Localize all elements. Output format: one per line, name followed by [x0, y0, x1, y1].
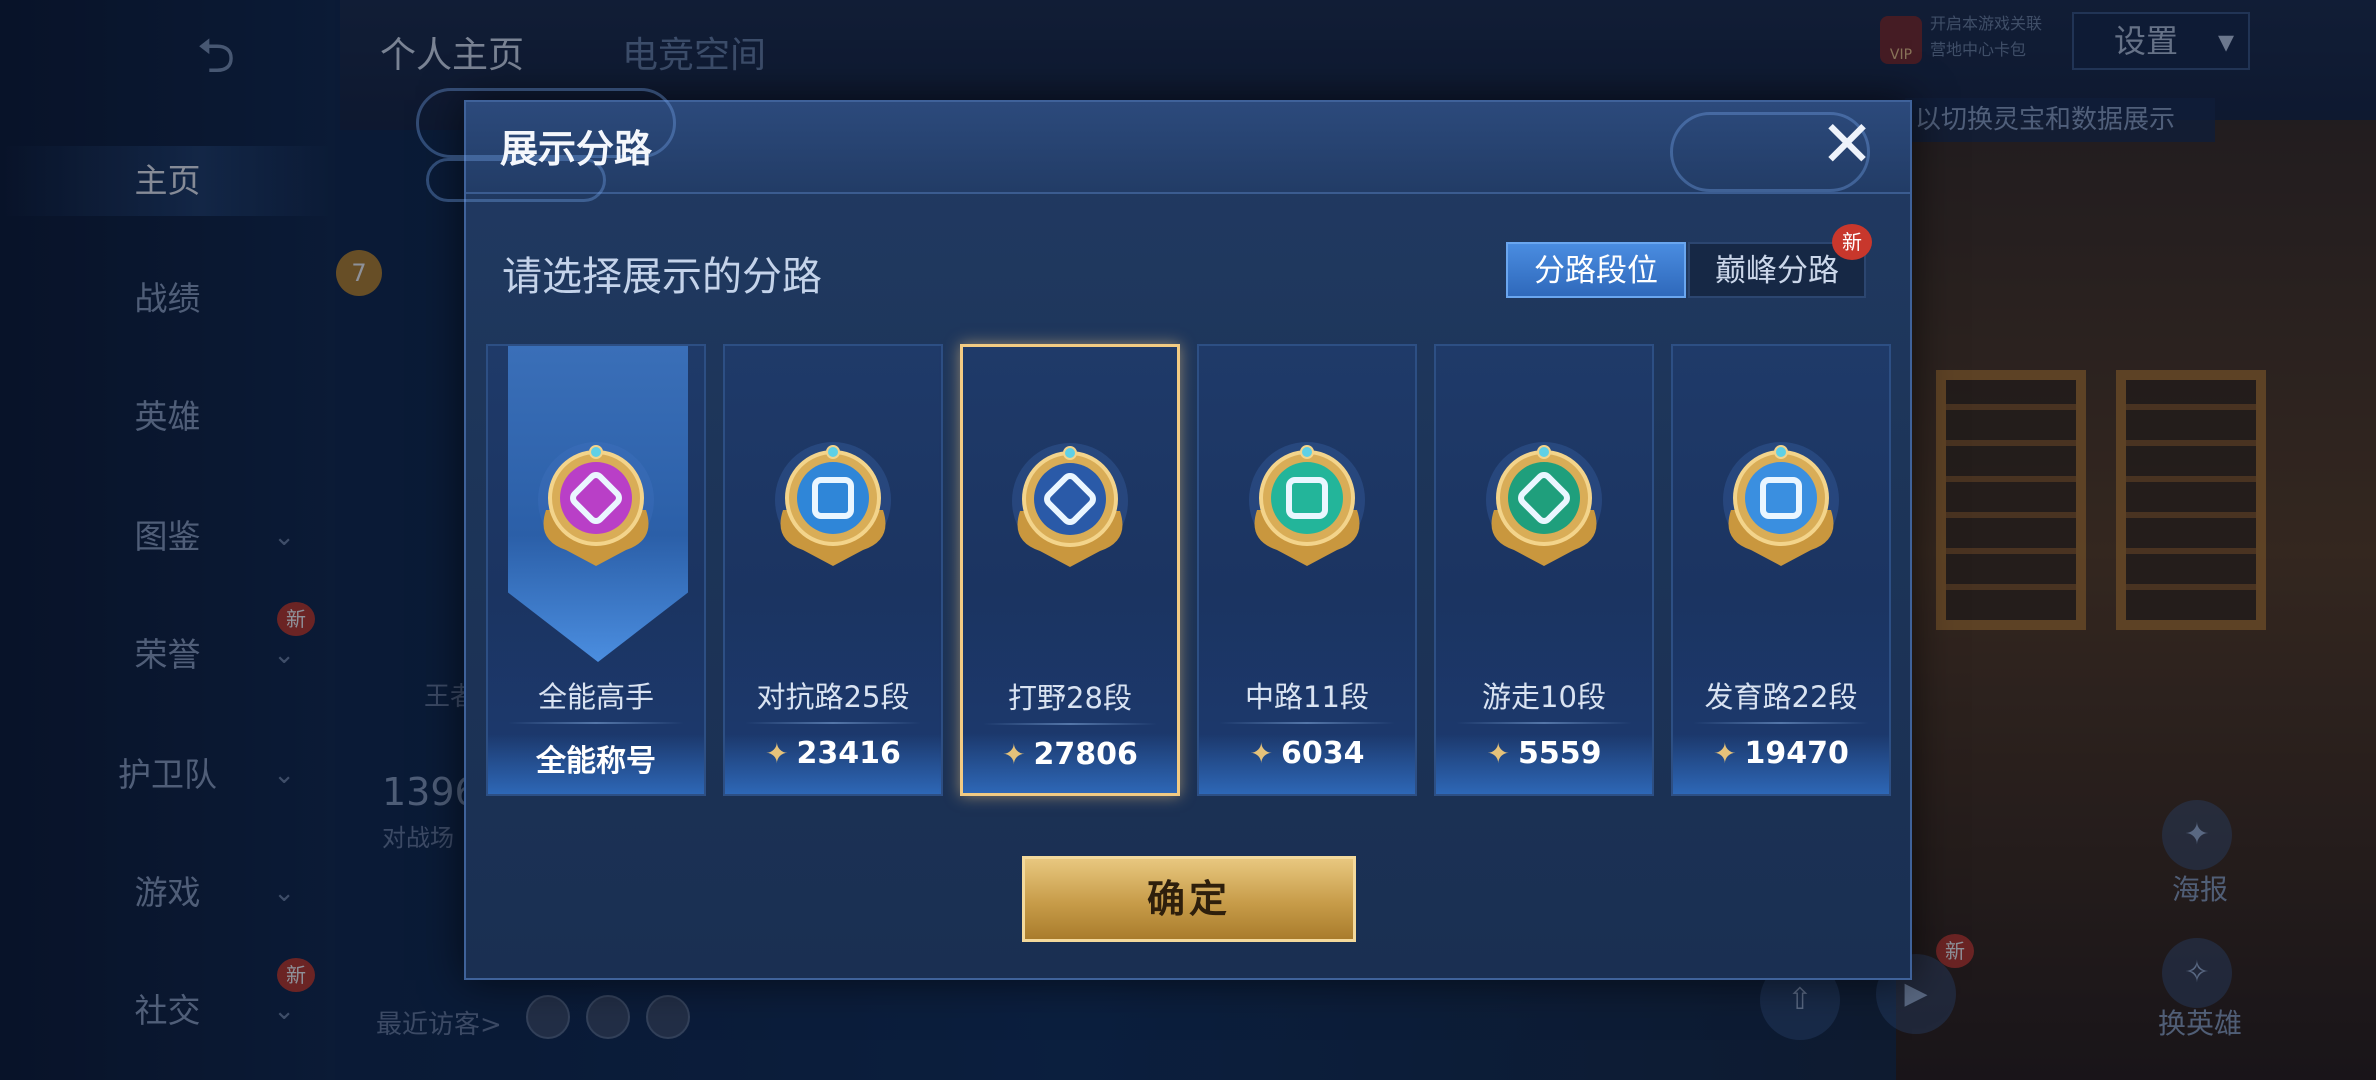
lane-value-text: 23416	[796, 736, 901, 771]
lane-emblem-icon	[1723, 442, 1839, 566]
tab-peak-lane[interactable]: 巅峰分路 新	[1688, 224, 1872, 298]
lane-name: 对抗路25段	[756, 680, 910, 714]
battle-points-icon: ✦	[1002, 738, 1026, 771]
battle-points-icon: ✦	[765, 737, 789, 770]
lane-card[interactable]: 中路11段 ✦ 6034	[1197, 344, 1417, 796]
lane-value: ✦ 19470	[1673, 736, 1889, 771]
battle-points-icon: ✦	[1713, 737, 1737, 770]
lane-card[interactable]: 对抗路25段 ✦ 23416	[723, 344, 943, 796]
lane-value: ✦ 27806	[963, 737, 1177, 772]
lane-value-text: 27806	[1033, 737, 1138, 772]
lane-value-text: 全能称号	[536, 744, 656, 779]
lane-name: 发育路22段	[1704, 680, 1858, 714]
lane-emblem-icon	[775, 442, 891, 566]
tab-peak-lane-label: 巅峰分路	[1715, 253, 1839, 289]
lane-emblem-icon	[1012, 443, 1128, 567]
divider	[983, 723, 1157, 725]
lane-card[interactable]: 发育路22段 ✦ 19470	[1671, 344, 1891, 796]
lane-value: ✦ 23416	[725, 736, 941, 771]
lane-value: ✦ 5559	[1436, 736, 1652, 771]
lane-emblem-icon	[1249, 442, 1365, 566]
lane-value-text: 5559	[1517, 736, 1602, 771]
lane-value-text: 6034	[1280, 736, 1365, 771]
dialog-header: 展示分路 ✕	[416, 88, 1910, 202]
divider	[1456, 722, 1632, 724]
tab-lane-rank[interactable]: 分路段位	[1506, 242, 1686, 298]
dialog-title: 展示分路	[500, 127, 653, 171]
confirm-button[interactable]: 确定	[1022, 856, 1356, 942]
select-prompt: 请选择展示的分路	[502, 254, 822, 300]
lane-card[interactable]: 打野28段 ✦ 27806	[960, 344, 1180, 796]
divider	[508, 722, 684, 724]
battle-points-icon: ✦	[1486, 737, 1510, 770]
lane-emblem-icon	[1486, 442, 1602, 566]
lane-card-list: 全能高手 全能称号 对抗路25段 ✦ 23416 打野28段 ✦ 27806 中路11段 ✦ 603…	[486, 344, 1894, 796]
lane-card[interactable]: 游走10段 ✦ 5559	[1434, 344, 1654, 796]
lane-value-text: 19470	[1744, 736, 1849, 771]
close-icon: ✕	[1820, 108, 1874, 182]
lane-card[interactable]: 全能高手 全能称号	[486, 344, 706, 796]
lane-emblem-icon	[538, 442, 654, 566]
close-button[interactable]: ✕	[1816, 113, 1878, 178]
lane-name: 游走10段	[1482, 680, 1606, 714]
divider	[745, 722, 921, 724]
battle-points-icon: ✦	[1249, 737, 1273, 770]
divider	[1219, 722, 1395, 724]
lane-name: 全能高手	[537, 680, 654, 714]
lane-value: 全能称号	[488, 736, 704, 780]
lane-name: 中路11段	[1245, 680, 1369, 714]
lane-name: 打野28段	[1008, 681, 1132, 715]
lane-value: ✦ 6034	[1199, 736, 1415, 771]
new-badge: 新	[1832, 224, 1872, 260]
divider	[1693, 722, 1869, 724]
lane-display-dialog: 展示分路 ✕ 请选择展示的分路 分路段位 巅峰分路 新 全能高手 全能称号 对抗路2…	[416, 88, 1912, 980]
